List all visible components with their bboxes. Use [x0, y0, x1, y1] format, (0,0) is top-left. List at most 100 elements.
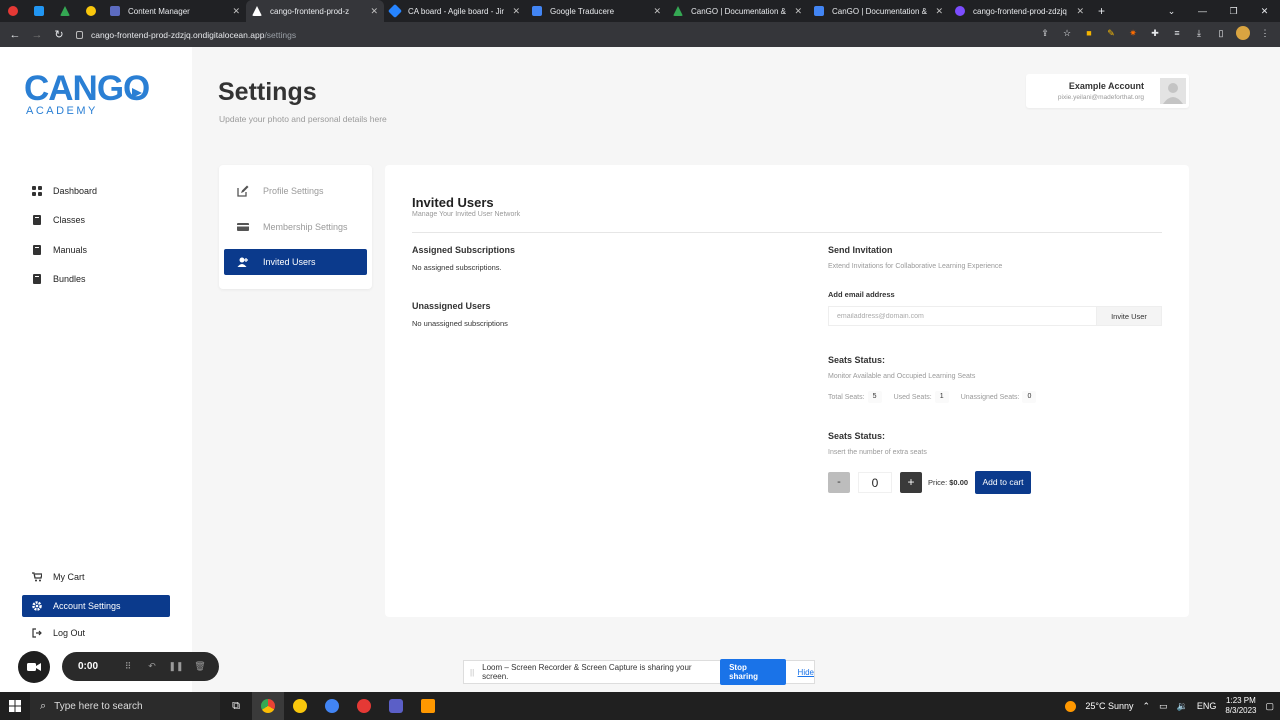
sharing-message: Loom – Screen Recorder & Screen Capture … [482, 663, 692, 681]
menu-item-membership-settings[interactable]: Membership Settings [224, 214, 367, 240]
drag-handle-icon[interactable]: ⠿ [116, 661, 140, 672]
email-label: Add email address [828, 290, 895, 299]
tab-favicon-icon [532, 6, 542, 16]
url-field[interactable]: cango-frontend-prod-zdzjq.ondigitalocean… [76, 30, 296, 40]
cango-academy-logo[interactable]: CANGO ACADEMY [24, 67, 174, 117]
page-subtitle: Update your photo and personal details h… [219, 114, 387, 124]
sublime-taskbar-icon[interactable] [412, 692, 444, 720]
settings-menu: Profile Settings Membership Settings Inv… [219, 165, 372, 289]
pause-icon[interactable]: ❚❚ [164, 661, 188, 672]
undo-icon[interactable]: ↶ [140, 661, 164, 672]
restore-icon[interactable]: ❐ [1218, 6, 1249, 17]
download-icon[interactable]: ⤓ [1192, 26, 1206, 40]
forward-icon[interactable]: → [26, 29, 48, 41]
reading-list-icon[interactable]: ≡ [1170, 26, 1184, 40]
norton-taskbar-icon[interactable] [284, 692, 316, 720]
close-tab-icon[interactable]: ✕ [935, 6, 943, 17]
system-tray: 25°C Sunny ⌃ ▭ 🔉 ENG 1:23 PM 8/3/2023 ▢ [1065, 692, 1274, 720]
sidebar-item-log-out[interactable]: Log Out [22, 622, 170, 644]
language-indicator[interactable]: ENG [1197, 701, 1217, 711]
close-tab-icon[interactable]: ✕ [370, 6, 378, 17]
menu-item-label: Membership Settings [263, 222, 348, 232]
pen-extension-icon[interactable]: ✎ [1104, 26, 1118, 40]
browser-tab[interactable]: CA board - Agile board - Jir ✕ [384, 0, 526, 22]
volume-icon[interactable]: 🔉 [1177, 701, 1188, 712]
menu-item-invited-users[interactable]: Invited Users [224, 249, 367, 275]
close-tab-icon[interactable]: ✕ [653, 6, 661, 17]
divider [412, 232, 1162, 233]
profile-avatar-icon[interactable] [1236, 26, 1250, 40]
taskbar-search-placeholder: Type here to search [54, 700, 143, 712]
side-panel-icon[interactable]: ▯ [1214, 26, 1228, 40]
sidebar-item-my-cart[interactable]: My Cart [22, 566, 170, 588]
sidebar-item-dashboard[interactable]: Dashboard [22, 180, 170, 202]
share-icon[interactable]: ⇪ [1038, 26, 1052, 40]
increment-seats-button[interactable]: + [900, 472, 922, 493]
tab-label: CanGO | Documentation & [832, 6, 928, 16]
total-seats-label: Total Seats: [828, 393, 865, 401]
edit-icon [237, 185, 249, 197]
logo-text: CANGO [24, 69, 149, 108]
browser-tab[interactable]: Content Manager ✕ [104, 0, 246, 22]
sidebar-item-manuals[interactable]: Manuals [22, 239, 170, 261]
taskbar-search[interactable]: ⌕ Type here to search [30, 692, 220, 720]
sidebar-item-account-settings[interactable]: Account Settings [22, 595, 170, 617]
close-tab-icon[interactable]: ✕ [232, 6, 240, 17]
new-tab-icon[interactable]: + [1098, 4, 1105, 18]
browser-tab-active[interactable]: cango-frontend-prod-z ✕ [246, 0, 384, 22]
stop-sharing-button[interactable]: Stop sharing [720, 659, 786, 685]
drag-handle-icon[interactable]: || [470, 668, 474, 677]
back-icon[interactable]: ← [4, 29, 26, 41]
browser-tab[interactable] [26, 0, 52, 22]
add-to-cart-button[interactable]: Add to cart [975, 471, 1031, 494]
invite-user-button[interactable]: Invite User [1096, 306, 1162, 326]
sidebar-item-label: Bundles [53, 274, 86, 284]
sidebar-item-label: Manuals [53, 245, 88, 255]
minimize-icon[interactable]: — [1187, 6, 1218, 16]
unassigned-users-empty: No unassigned subscriptions [412, 319, 508, 328]
reload-icon[interactable]: ↻ [48, 28, 70, 41]
chrome-taskbar-icon[interactable] [252, 692, 284, 720]
browser-tab[interactable]: cango-frontend-prod-zdzjq ✕ [949, 0, 1090, 22]
hide-link[interactable]: Hide [798, 668, 814, 677]
extensions-puzzle-icon[interactable]: ✚ [1148, 26, 1162, 40]
browser-tab[interactable]: CanGO | Documentation & ✕ [808, 0, 949, 22]
menu-item-profile-settings[interactable]: Profile Settings [224, 178, 367, 204]
notifications-icon[interactable]: ▢ [1265, 701, 1274, 712]
clock[interactable]: 1:23 PM 8/3/2023 [1225, 696, 1256, 716]
browser-tab[interactable]: Google Traducere ✕ [526, 0, 667, 22]
browser-tab[interactable]: CanGO | Documentation & ✕ [667, 0, 808, 22]
loom-extension-icon[interactable]: ✷ [1126, 26, 1140, 40]
browser-tab[interactable] [78, 0, 104, 22]
extension-icon[interactable]: ■ [1082, 26, 1096, 40]
tab-search-icon[interactable]: ⌄ [1156, 6, 1187, 17]
close-tab-icon[interactable]: ✕ [794, 6, 802, 17]
bookmark-star-icon[interactable]: ☆ [1060, 26, 1074, 40]
weather-text[interactable]: 25°C Sunny [1085, 701, 1133, 711]
close-tab-icon[interactable]: ✕ [512, 6, 520, 17]
decrement-seats-button[interactable]: - [828, 472, 850, 493]
email-field[interactable] [828, 306, 1096, 326]
extra-seats-quantity[interactable]: 0 [858, 472, 892, 493]
loom-camera-button[interactable] [18, 651, 50, 683]
close-window-icon[interactable]: ✕ [1249, 6, 1280, 17]
avatar[interactable] [1160, 78, 1186, 104]
recording-timer: 0:00 [78, 661, 99, 672]
trash-icon[interactable]: 🗑 [188, 661, 212, 672]
network-icon[interactable]: ▭ [1159, 701, 1168, 712]
task-view-icon[interactable]: ⧉ [220, 692, 252, 720]
browser-tab[interactable] [0, 0, 26, 22]
sidebar-item-classes[interactable]: Classes [22, 209, 170, 231]
account-card[interactable]: Example Account pixie.yeilani@madefortha… [1026, 74, 1189, 108]
teams-taskbar-icon[interactable] [380, 692, 412, 720]
windows-start-icon[interactable] [0, 692, 30, 720]
chrome-profile-taskbar-icon[interactable] [316, 692, 348, 720]
book-icon [33, 245, 41, 255]
chevron-up-icon[interactable]: ⌃ [1143, 701, 1151, 712]
sidebar-item-bundles[interactable]: Bundles [22, 268, 170, 290]
window-controls: ⌄ — ❐ ✕ [1156, 0, 1280, 22]
close-tab-icon[interactable]: ✕ [1076, 6, 1084, 17]
opera-taskbar-icon[interactable] [348, 692, 380, 720]
menu-kebab-icon[interactable]: ⋮ [1258, 26, 1272, 40]
browser-tab[interactable] [52, 0, 78, 22]
